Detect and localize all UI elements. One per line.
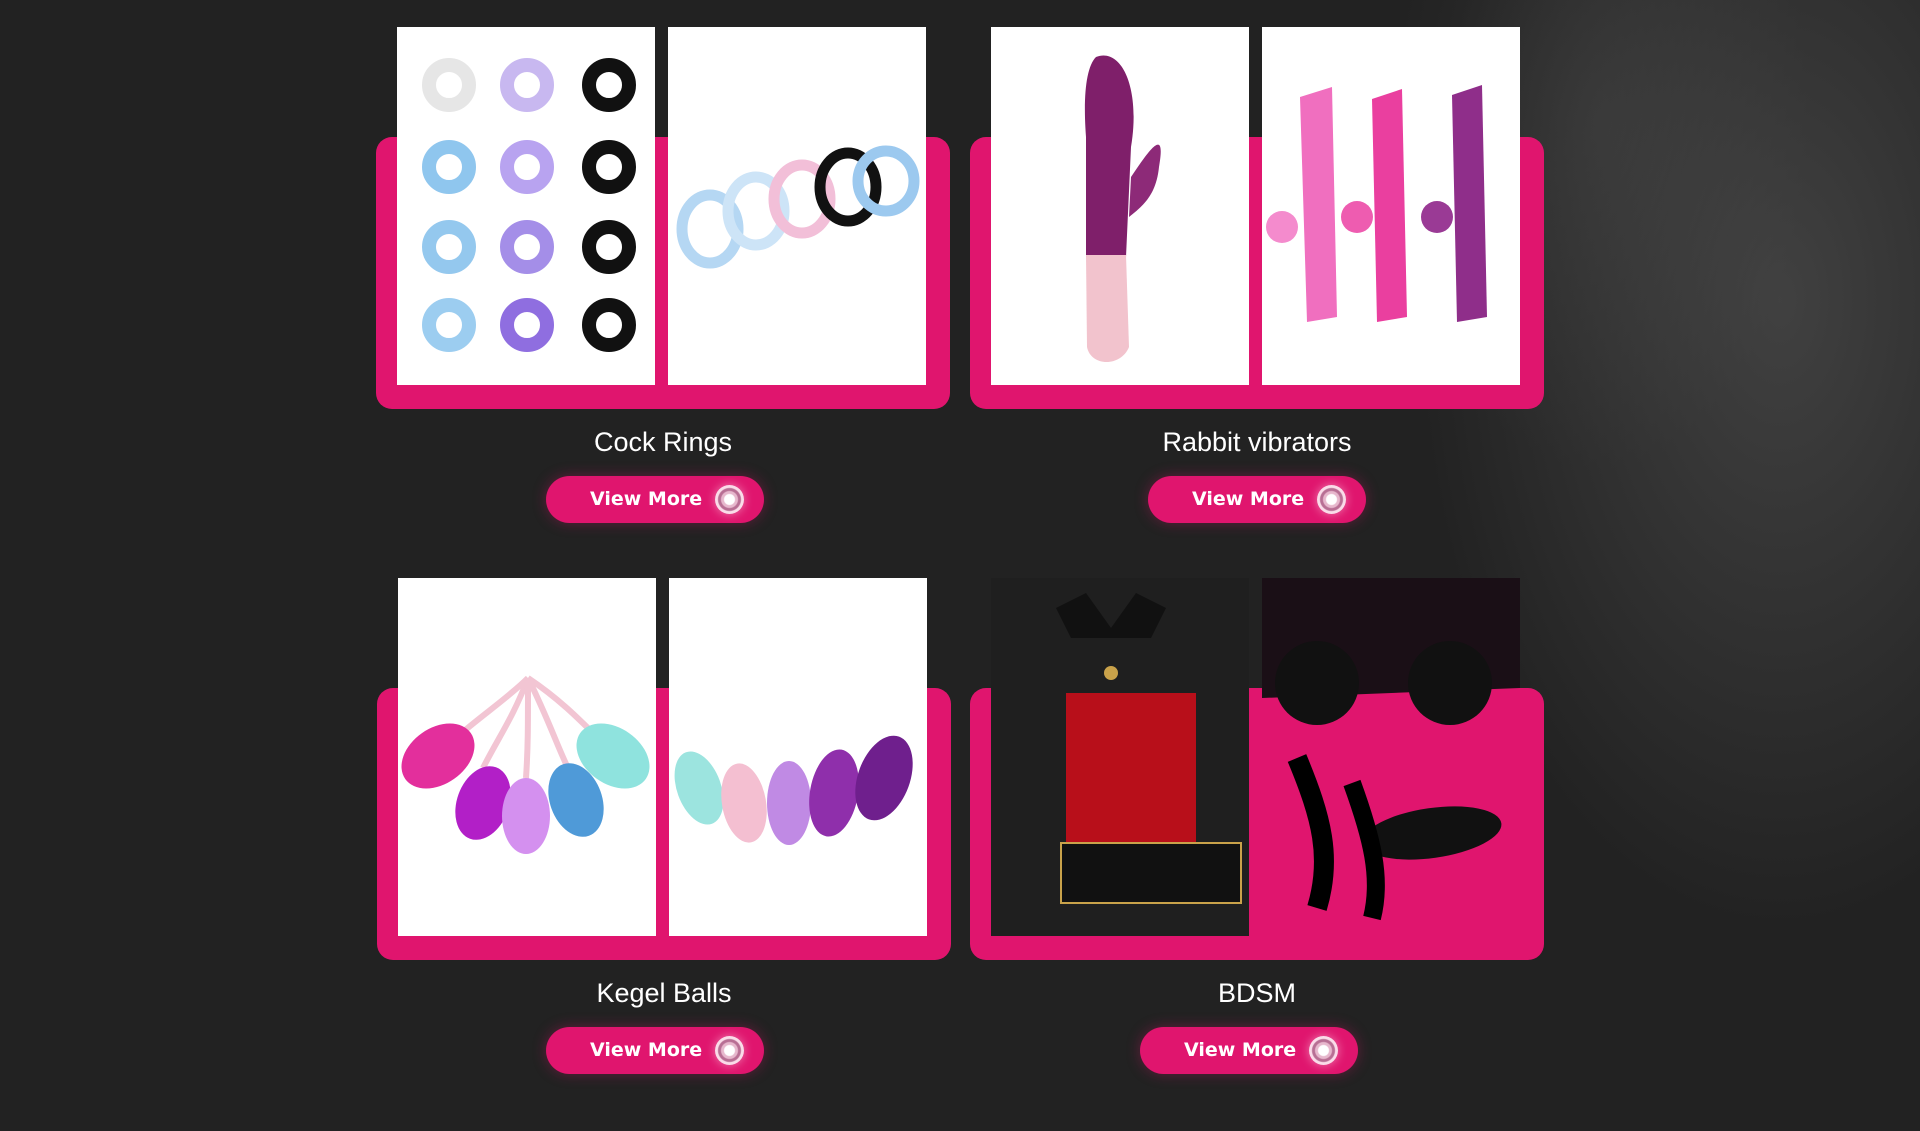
target-ring-icon [1317,485,1346,514]
product-image[interactable] [1262,578,1520,936]
product-image[interactable] [669,578,927,936]
product-image[interactable] [991,578,1249,936]
view-more-label: View More [590,1039,703,1061]
target-ring-icon [715,1036,744,1065]
category-title: Cock Rings [593,427,733,457]
target-ring-icon [1309,1036,1338,1065]
view-more-button[interactable]: View More [1140,1027,1358,1074]
view-more-button[interactable]: View More [546,1027,764,1074]
view-more-button[interactable]: View More [546,476,764,523]
category-title: Rabbit vibrators [1162,427,1352,457]
product-image[interactable] [991,27,1249,385]
product-image[interactable] [397,27,655,385]
product-image[interactable] [1262,27,1520,385]
view-more-label: View More [1192,488,1305,510]
target-ring-icon [715,485,744,514]
view-more-button[interactable]: View More [1148,476,1366,523]
view-more-label: View More [590,488,703,510]
view-more-label: View More [1184,1039,1297,1061]
category-title: BDSM [1217,978,1296,1008]
product-image[interactable] [668,27,926,385]
product-image[interactable] [398,578,656,936]
category-title: Kegel Balls [596,978,732,1008]
